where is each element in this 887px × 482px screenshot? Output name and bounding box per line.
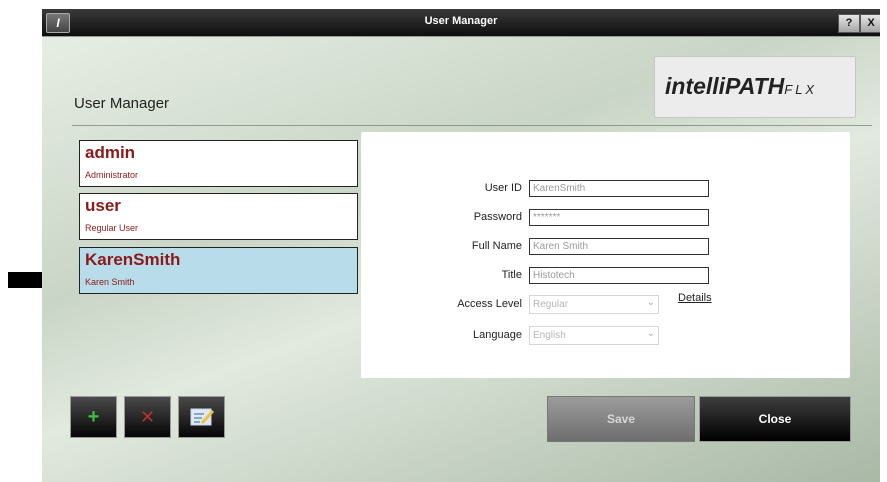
title-field[interactable]: Histotech	[529, 267, 709, 284]
user-card-admin[interactable]: admin Administrator	[79, 140, 358, 187]
language-value: English	[533, 330, 566, 341]
user-manager-window: Ӏ User Manager ? X intelliPATHFLX User M…	[42, 9, 880, 482]
full-name-label: Full Name	[471, 240, 522, 252]
chevron-down-icon: ⌄	[646, 297, 655, 308]
access-level-label: Access Level	[457, 298, 522, 310]
password-label: Password	[473, 211, 522, 223]
user-card-role: Karen Smith	[85, 277, 135, 287]
user-card-user[interactable]: user Regular User	[79, 193, 358, 240]
access-level-select[interactable]: Regular ⌄	[529, 295, 659, 314]
access-level-value: Regular	[533, 299, 569, 310]
window-close-button[interactable]: X	[860, 14, 880, 33]
save-button[interactable]: Save	[547, 396, 695, 442]
user-card-name: admin	[85, 143, 136, 162]
full-name-field[interactable]: Karen Smith	[529, 238, 709, 255]
title-bar: Ӏ User Manager ? X	[42, 9, 880, 37]
user-id-label: User ID	[484, 182, 522, 194]
user-card-name: user	[85, 196, 121, 215]
logo-main-text: intelliPATH	[665, 73, 785, 99]
password-field[interactable]: *******	[529, 209, 709, 226]
delete-user-button[interactable]: ✕	[124, 396, 171, 438]
user-card-karensmith[interactable]: KarenSmith Karen Smith	[79, 247, 358, 294]
chevron-down-icon: ⌄	[646, 328, 655, 339]
logo-suffix-text: FLX	[784, 82, 818, 97]
user-card-role: Administrator	[85, 170, 139, 180]
user-details-panel: User ID KarenSmith Password ******* Full…	[361, 132, 850, 378]
title-label: Title	[501, 269, 522, 281]
intellipath-flx-logo: intelliPATHFLX	[654, 56, 856, 118]
add-user-button[interactable]: +	[70, 396, 117, 438]
edit-icon	[190, 408, 214, 426]
language-select[interactable]: English ⌄	[529, 326, 659, 345]
user-card-role: Regular User	[85, 223, 139, 233]
edit-user-button[interactable]	[178, 396, 225, 438]
title-divider	[72, 125, 872, 126]
help-button[interactable]: ?	[838, 14, 860, 33]
user-id-field[interactable]: KarenSmith	[529, 180, 709, 197]
close-button[interactable]: Close	[699, 396, 851, 442]
page-title: User Manager	[74, 95, 170, 112]
user-card-name: KarenSmith	[85, 250, 181, 269]
window-title: User Manager	[424, 15, 498, 27]
language-label: Language	[473, 329, 522, 341]
x-icon: ✕	[139, 406, 156, 427]
details-link[interactable]: Details	[678, 292, 712, 304]
plus-icon: +	[87, 405, 100, 428]
